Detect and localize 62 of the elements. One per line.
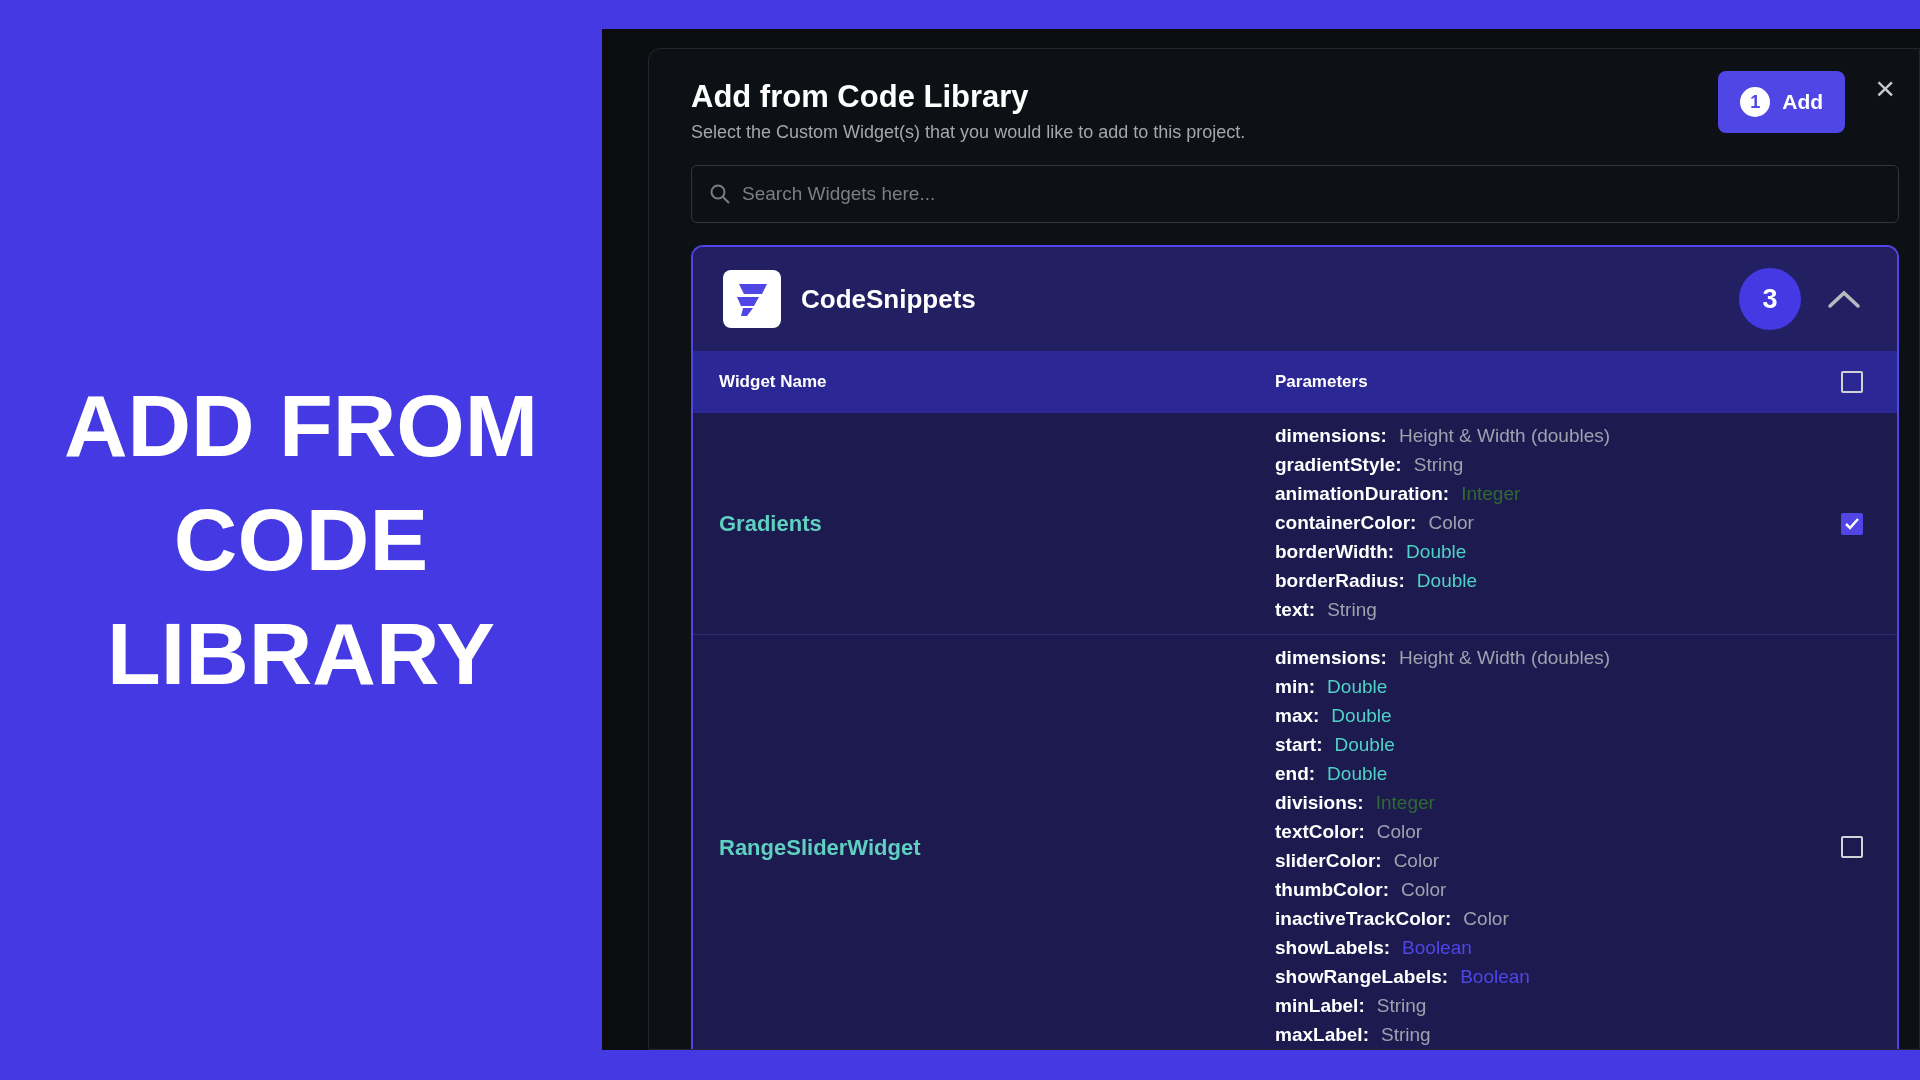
parameter-type: Double <box>1416 569 1478 594</box>
search-icon <box>709 183 731 205</box>
parameter-type: Integer <box>1375 791 1435 816</box>
parameter-type: Integer <box>1461 482 1521 507</box>
parameter-type: Double <box>1334 733 1395 758</box>
parameter-name: start: <box>1275 733 1323 758</box>
library-name: CodeSnippets <box>801 282 977 316</box>
parameter-name: textColor: <box>1275 820 1365 845</box>
add-button[interactable]: 1 Add <box>1718 71 1846 133</box>
search-field[interactable]: Search Widgets here... <box>691 165 1899 223</box>
widget-name: RangeSliderWidget <box>719 833 922 862</box>
parameter-type: String <box>1381 1023 1431 1048</box>
library-logo-icon <box>723 270 781 328</box>
headline-text: CODE <box>173 489 429 591</box>
parameter-name: dimensions: <box>1275 646 1387 671</box>
parameter-type: Double <box>1331 704 1392 729</box>
parameter-name: animationDuration: <box>1275 482 1450 507</box>
parameter-type: Boolean <box>1402 936 1472 961</box>
parameter-type: Double <box>1327 762 1388 787</box>
parameter-name: sliderColor: <box>1275 849 1382 874</box>
parameter-name: thumbColor: <box>1275 878 1389 903</box>
parameter-name: dimensions: <box>1275 424 1387 449</box>
headline-text: ADD FROM <box>63 375 539 477</box>
parameter-name: end: <box>1275 762 1316 787</box>
parameter-type: Boolean <box>1460 965 1530 990</box>
parameter-type: Height & Width (doubles) <box>1398 424 1611 449</box>
parameter-type: Color <box>1428 511 1474 536</box>
parameter-name: containerColor: <box>1275 511 1417 536</box>
parameter-name: showRangeLabels: <box>1275 965 1449 990</box>
headline-text: LIBRARY <box>107 603 495 705</box>
select-all-checkbox[interactable] <box>1841 371 1863 393</box>
chevron-icon <box>1827 289 1861 309</box>
parameter-type: Color <box>1393 849 1440 874</box>
parameter-name: maxLabel: <box>1275 1023 1369 1048</box>
parameter-type: Height & Width (doubles) <box>1398 646 1611 671</box>
parameter-name: borderRadius: <box>1275 569 1405 594</box>
widget-name: Gradients <box>719 510 823 538</box>
row-checkbox[interactable] <box>1841 512 1863 535</box>
close-button[interactable]: × <box>1875 73 1895 103</box>
parameter-name: divisions: <box>1275 791 1364 816</box>
parameter-name: minLabel: <box>1275 994 1365 1019</box>
parameter-name: max: <box>1275 704 1320 729</box>
parameter-type: String <box>1413 453 1464 478</box>
parameter-type: Color <box>1463 907 1509 932</box>
dialog-subtitle: Select the Custom Widget(s) that you would like to add to this project. <box>691 121 1246 144</box>
parameter-type: String <box>1327 598 1377 623</box>
parameter-type: Double <box>1327 675 1388 700</box>
parameter-type: Color <box>1401 878 1447 903</box>
count-badge: 1 <box>1740 87 1771 117</box>
dialog-title: Add from Code Library <box>691 78 1030 116</box>
parameter-name: inactiveTrackColor: <box>1275 907 1452 932</box>
parameter-name: showLabels: <box>1275 936 1391 961</box>
column-header: Parameters <box>1275 371 1369 394</box>
parameter-type: String <box>1376 994 1427 1019</box>
parameter-name: min: <box>1275 675 1316 700</box>
parameter-type: Color <box>1376 820 1423 845</box>
column-header: Widget Name <box>719 371 828 394</box>
widget-count-badge: 3 <box>1739 268 1801 330</box>
parameter-name: borderWidth: <box>1275 540 1395 565</box>
parameter-name: gradientStyle: <box>1275 453 1402 478</box>
parameter-name: text: <box>1275 598 1316 623</box>
parameter-type: Double <box>1406 540 1467 565</box>
